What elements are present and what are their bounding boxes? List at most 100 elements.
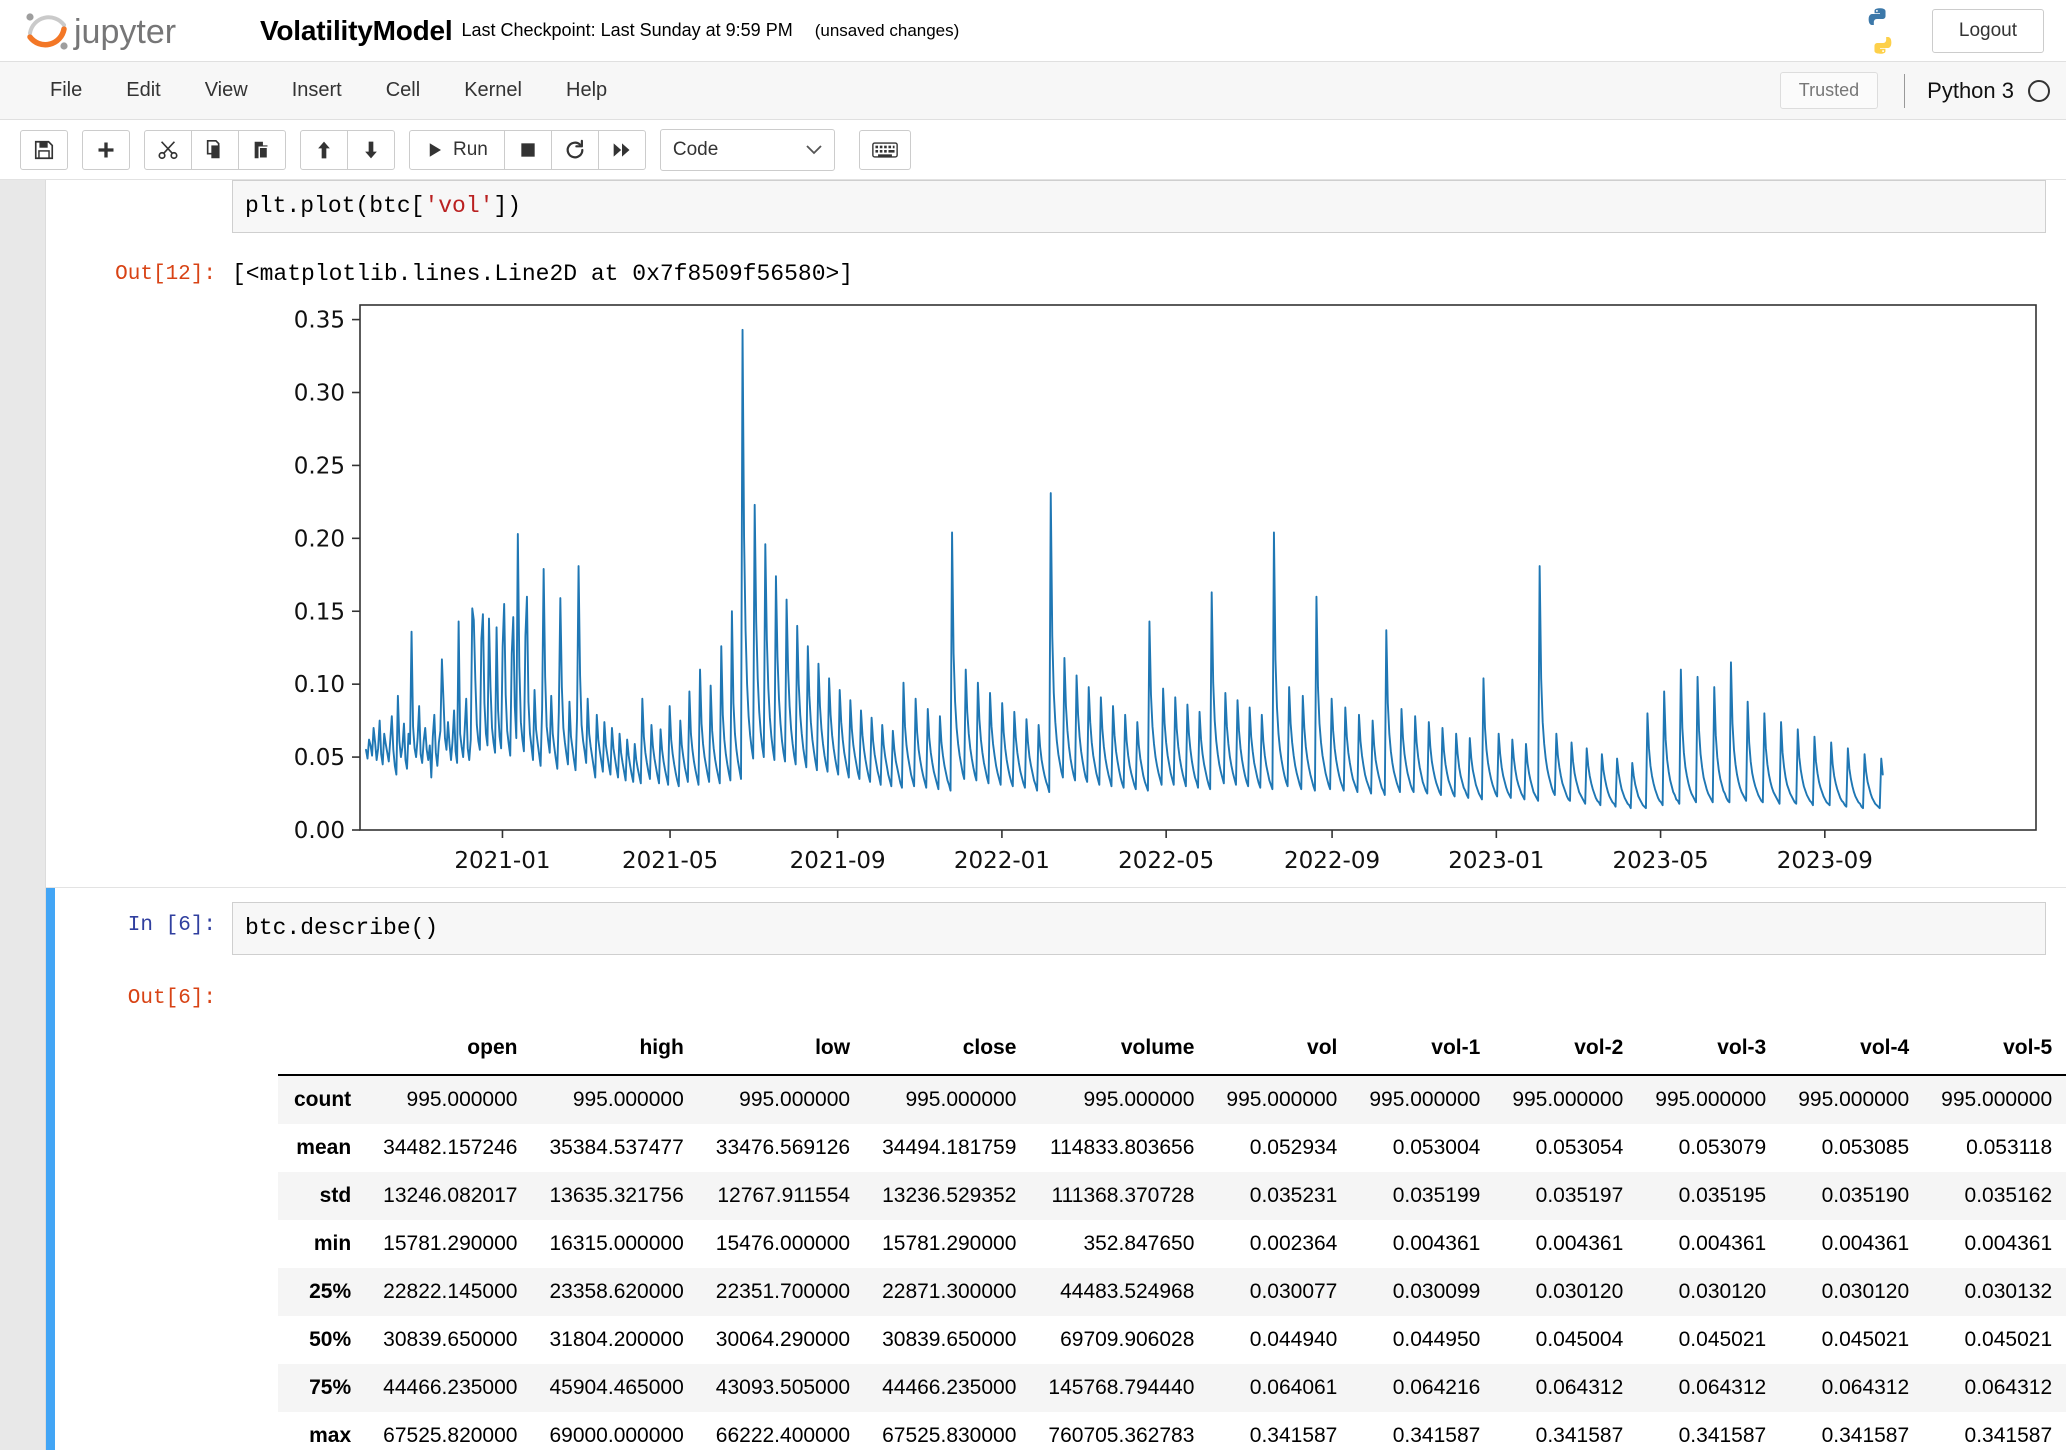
cell-max-volume: 760705.362783 — [1048, 1424, 1195, 1448]
cell-std-vol-3: 0.035195 — [1678, 1184, 1767, 1208]
kernel-idle-circle-icon[interactable] — [2028, 79, 2050, 102]
restart-circle-icon — [566, 139, 584, 158]
cell-count-volume: 995.000000 — [1083, 1088, 1195, 1112]
menu-view[interactable]: View — [183, 71, 270, 110]
trusted-badge[interactable]: Trusted — [1779, 72, 1879, 109]
cell-max-vol-3: 0.341587 — [1678, 1424, 1767, 1448]
cell-min-vol-3: 0.004361 — [1678, 1232, 1767, 1256]
plus-icon — [98, 142, 114, 157]
menubar-right-group: Trusted Python 3 — [1779, 72, 2066, 109]
cell-50%-vol: 0.044940 — [1249, 1328, 1338, 1352]
cell-25%-vol-3: 0.030120 — [1678, 1280, 1767, 1304]
notebook-header: jupyter VolatilityModel Last Checkpoint:… — [0, 0, 2066, 62]
cell-25%-vol-1: 0.030099 — [1392, 1280, 1481, 1304]
cell-std-vol: 0.035231 — [1249, 1184, 1338, 1208]
row-label-max: max — [309, 1424, 352, 1448]
cell-mean-low: 33476.569126 — [715, 1136, 851, 1160]
out-prompt-6: Out[6]: — [127, 987, 216, 1011]
kernel-separator — [1904, 73, 1906, 108]
col-header-low: low — [699, 1026, 867, 1077]
keyboard-icon — [872, 141, 898, 158]
header-right-group: Logout — [1854, 5, 2044, 57]
cell-type-value: Code — [672, 138, 719, 160]
notebook-title[interactable]: VolatilityModel — [260, 15, 453, 47]
save-button[interactable] — [20, 129, 68, 170]
dataframe-output: open high low close volume vol vol-1 vol-2 vol-3… — [232, 1026, 2066, 1450]
code-cell-describe[interactable]: In [6]: btc.describe() Out[6]: open high l… — [46, 887, 2066, 1450]
in-prompt-6: In [6]: — [127, 914, 216, 938]
code-suffix: ]) — [493, 193, 522, 219]
cell-25%-vol: 0.030077 — [1249, 1280, 1338, 1304]
matplotlib-figure-output: 0.00 0.05 0.10 0.15 0.20 0.25 0.30 0.35 2021-01 2… — [278, 287, 2066, 887]
x-tick-label-2021-09: 2021-09 — [790, 848, 886, 874]
notebook-scroll-area[interactable]: plt.plot(btc['vol']) Out[12]: [<matplotl… — [0, 180, 2066, 1450]
x-tick-label-2022-09: 2022-09 — [1284, 848, 1380, 874]
menu-cell[interactable]: Cell — [364, 71, 442, 110]
arrow-up-icon — [318, 141, 330, 158]
table-body: count 995.000000 995.000000 995.000000 995.0… — [278, 1075, 2066, 1450]
arrow-down-icon — [365, 141, 377, 158]
toolbar-group-save — [20, 129, 68, 170]
cell-25%-vol-2: 0.030120 — [1535, 1280, 1624, 1304]
stop-square-icon — [521, 142, 535, 157]
cell-std-vol-2: 0.035197 — [1535, 1184, 1624, 1208]
cell-min-vol-5: 0.004361 — [1964, 1232, 2053, 1256]
col-header-vol-5: vol-5 — [1925, 1026, 2066, 1077]
cell-mean-close: 34494.181759 — [882, 1136, 1017, 1160]
col-header-vol: vol — [1210, 1026, 1354, 1077]
copy-icon — [206, 139, 220, 158]
cell-mean-volume: 114833.803656 — [1049, 1136, 1195, 1160]
move-cell-down-button[interactable] — [347, 129, 395, 170]
cell-50%-low: 30064.290000 — [715, 1328, 851, 1352]
cell-75%-vol-5: 0.064312 — [1964, 1376, 2053, 1400]
x-tick-label-2022-05: 2022-05 — [1118, 848, 1214, 874]
cell-std-volume: 111368.370728 — [1051, 1184, 1195, 1208]
copy-cell-button[interactable] — [191, 129, 239, 170]
col-header-vol-2: vol-2 — [1496, 1026, 1640, 1077]
interrupt-kernel-button[interactable] — [503, 129, 552, 170]
paste-icon — [254, 141, 269, 159]
code-input-plot[interactable]: plt.plot(btc['vol']) — [232, 180, 2046, 234]
menu-insert[interactable]: Insert — [270, 71, 364, 110]
jupyter-logo[interactable]: jupyter — [22, 7, 238, 55]
table-head: open high low close volume vol vol-1 vol-2 vol-3… — [278, 1026, 2066, 1077]
restart-and-run-all-button[interactable] — [597, 129, 646, 170]
cell-25%-low: 22351.700000 — [715, 1280, 851, 1304]
code-cell-plot[interactable]: plt.plot(btc['vol']) Out[12]: [<matplotl… — [0, 180, 2066, 887]
last-checkpoint-label: Last Checkpoint: Last Sunday at 9:59 PM — [461, 20, 793, 40]
cell-max-open: 67525.820000 — [383, 1424, 518, 1448]
cell-75%-vol-3: 0.064312 — [1678, 1376, 1767, 1400]
cell-50%-high: 31804.200000 — [549, 1328, 684, 1352]
cell-50%-volume: 69709.906028 — [1060, 1328, 1195, 1352]
cut-cell-button[interactable] — [144, 129, 192, 170]
y-tick-label-0.25: 0.25 — [294, 453, 345, 479]
menu-help[interactable]: Help — [544, 71, 629, 110]
menu-kernel[interactable]: Kernel — [442, 71, 544, 110]
menu-file[interactable]: File — [28, 71, 104, 110]
cell-75%-vol: 0.064061 — [1249, 1376, 1338, 1400]
cell-std-vol-4: 0.035190 — [1821, 1184, 1910, 1208]
scissors-icon — [158, 140, 178, 159]
col-header-close: close — [866, 1026, 1033, 1077]
logout-button[interactable]: Logout — [1931, 8, 2044, 53]
move-cell-up-button[interactable] — [300, 129, 348, 170]
cell-75%-vol-2: 0.064312 — [1535, 1376, 1624, 1400]
cell-min-close: 15781.290000 — [882, 1232, 1017, 1256]
cell-count-vol: 995.000000 — [1226, 1088, 1338, 1112]
run-button[interactable]: Run — [409, 129, 505, 170]
menu-edit[interactable]: Edit — [104, 71, 182, 110]
cell-50%-open: 30839.650000 — [383, 1328, 518, 1352]
code-input-describe[interactable]: btc.describe() — [232, 902, 2046, 956]
cell-type-select[interactable]: Code — [659, 128, 835, 171]
col-header-high: high — [533, 1026, 700, 1077]
insert-cell-below-button[interactable] — [82, 129, 130, 170]
keyboard-shortcuts-button[interactable] — [858, 129, 911, 170]
cell-mean-open: 34482.157246 — [383, 1136, 518, 1160]
chevron-down-icon — [806, 144, 822, 154]
cell-50%-vol-3: 0.045021 — [1678, 1328, 1767, 1352]
col-header-open: open — [367, 1026, 534, 1077]
cell-min-open: 15781.290000 — [383, 1232, 518, 1256]
restart-kernel-button[interactable] — [550, 129, 599, 170]
paste-cell-button[interactable] — [238, 129, 286, 170]
toolbar-group-move — [300, 129, 395, 170]
